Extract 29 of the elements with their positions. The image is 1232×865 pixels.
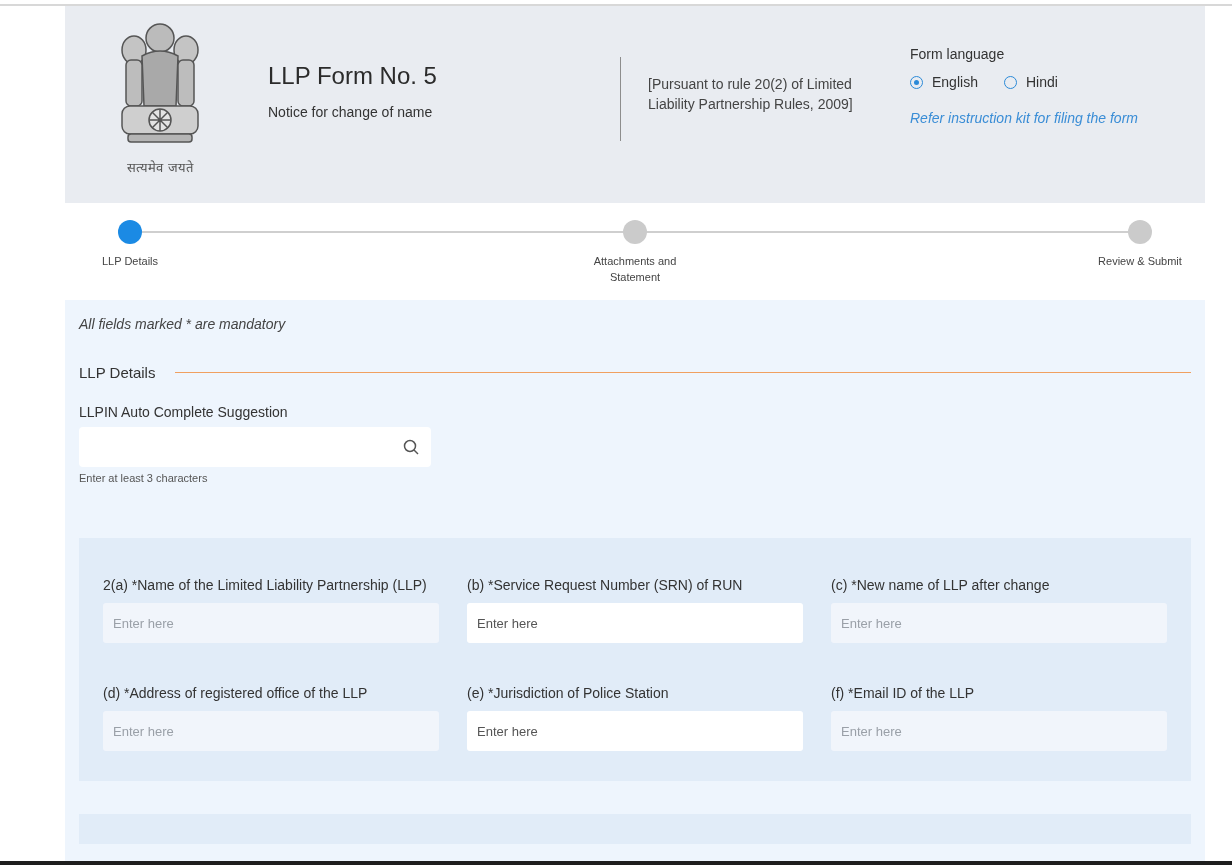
step-dot[interactable] <box>1128 220 1152 244</box>
field-label: LLPIN Auto Complete Suggestion <box>79 403 289 422</box>
language-radio[interactable]: English <box>910 74 978 90</box>
radio-label: Hindi <box>1025 74 1058 90</box>
input-field[interactable]: Enter here <box>467 603 803 643</box>
section-title: LLP Details <box>79 364 156 381</box>
field-label: 2(a) *Name of the Limited Liability Partnership (LLP) <box>103 576 428 595</box>
field-label: (c) *New name of LLP after change <box>831 576 1051 595</box>
language-radio[interactable]: Hindi <box>1003 74 1058 90</box>
field-label: (d) *Address of registered office of the LLP <box>103 684 369 703</box>
field-label: (b) *Service Request Number (SRN) of RUN <box>467 576 744 595</box>
field-hint: Enter at least 3 characters <box>79 472 209 484</box>
field-label: (e) *Jurisdiction of Police Station <box>467 684 670 703</box>
pursuant-text: [Pursuant to rule 20(2) of Limited Liability Partnership Rules, 2009] <box>648 75 854 114</box>
input-field[interactable]: Enter here <box>467 711 803 751</box>
step-dot[interactable] <box>623 220 647 244</box>
step-label: LLP Details <box>100 254 160 269</box>
radio-label: English <box>932 74 978 90</box>
language-label: Form language <box>910 46 1006 62</box>
form-title: LLP Form No. 5 <box>268 62 438 90</box>
search-field[interactable] <box>79 427 431 467</box>
emblem-motto: सत्यमेव जयते <box>127 159 193 176</box>
mandatory-note: All fields marked * are mandatory <box>79 316 287 332</box>
search-icon[interactable] <box>403 439 419 455</box>
step-dot[interactable] <box>118 220 142 244</box>
form-subtitle: Notice for change of name <box>268 104 434 120</box>
step-label: Attachments and Statement <box>592 254 678 285</box>
field-label: (f) *Email ID of the LLP <box>831 684 976 703</box>
step-label: Review & Submit <box>1097 254 1183 269</box>
